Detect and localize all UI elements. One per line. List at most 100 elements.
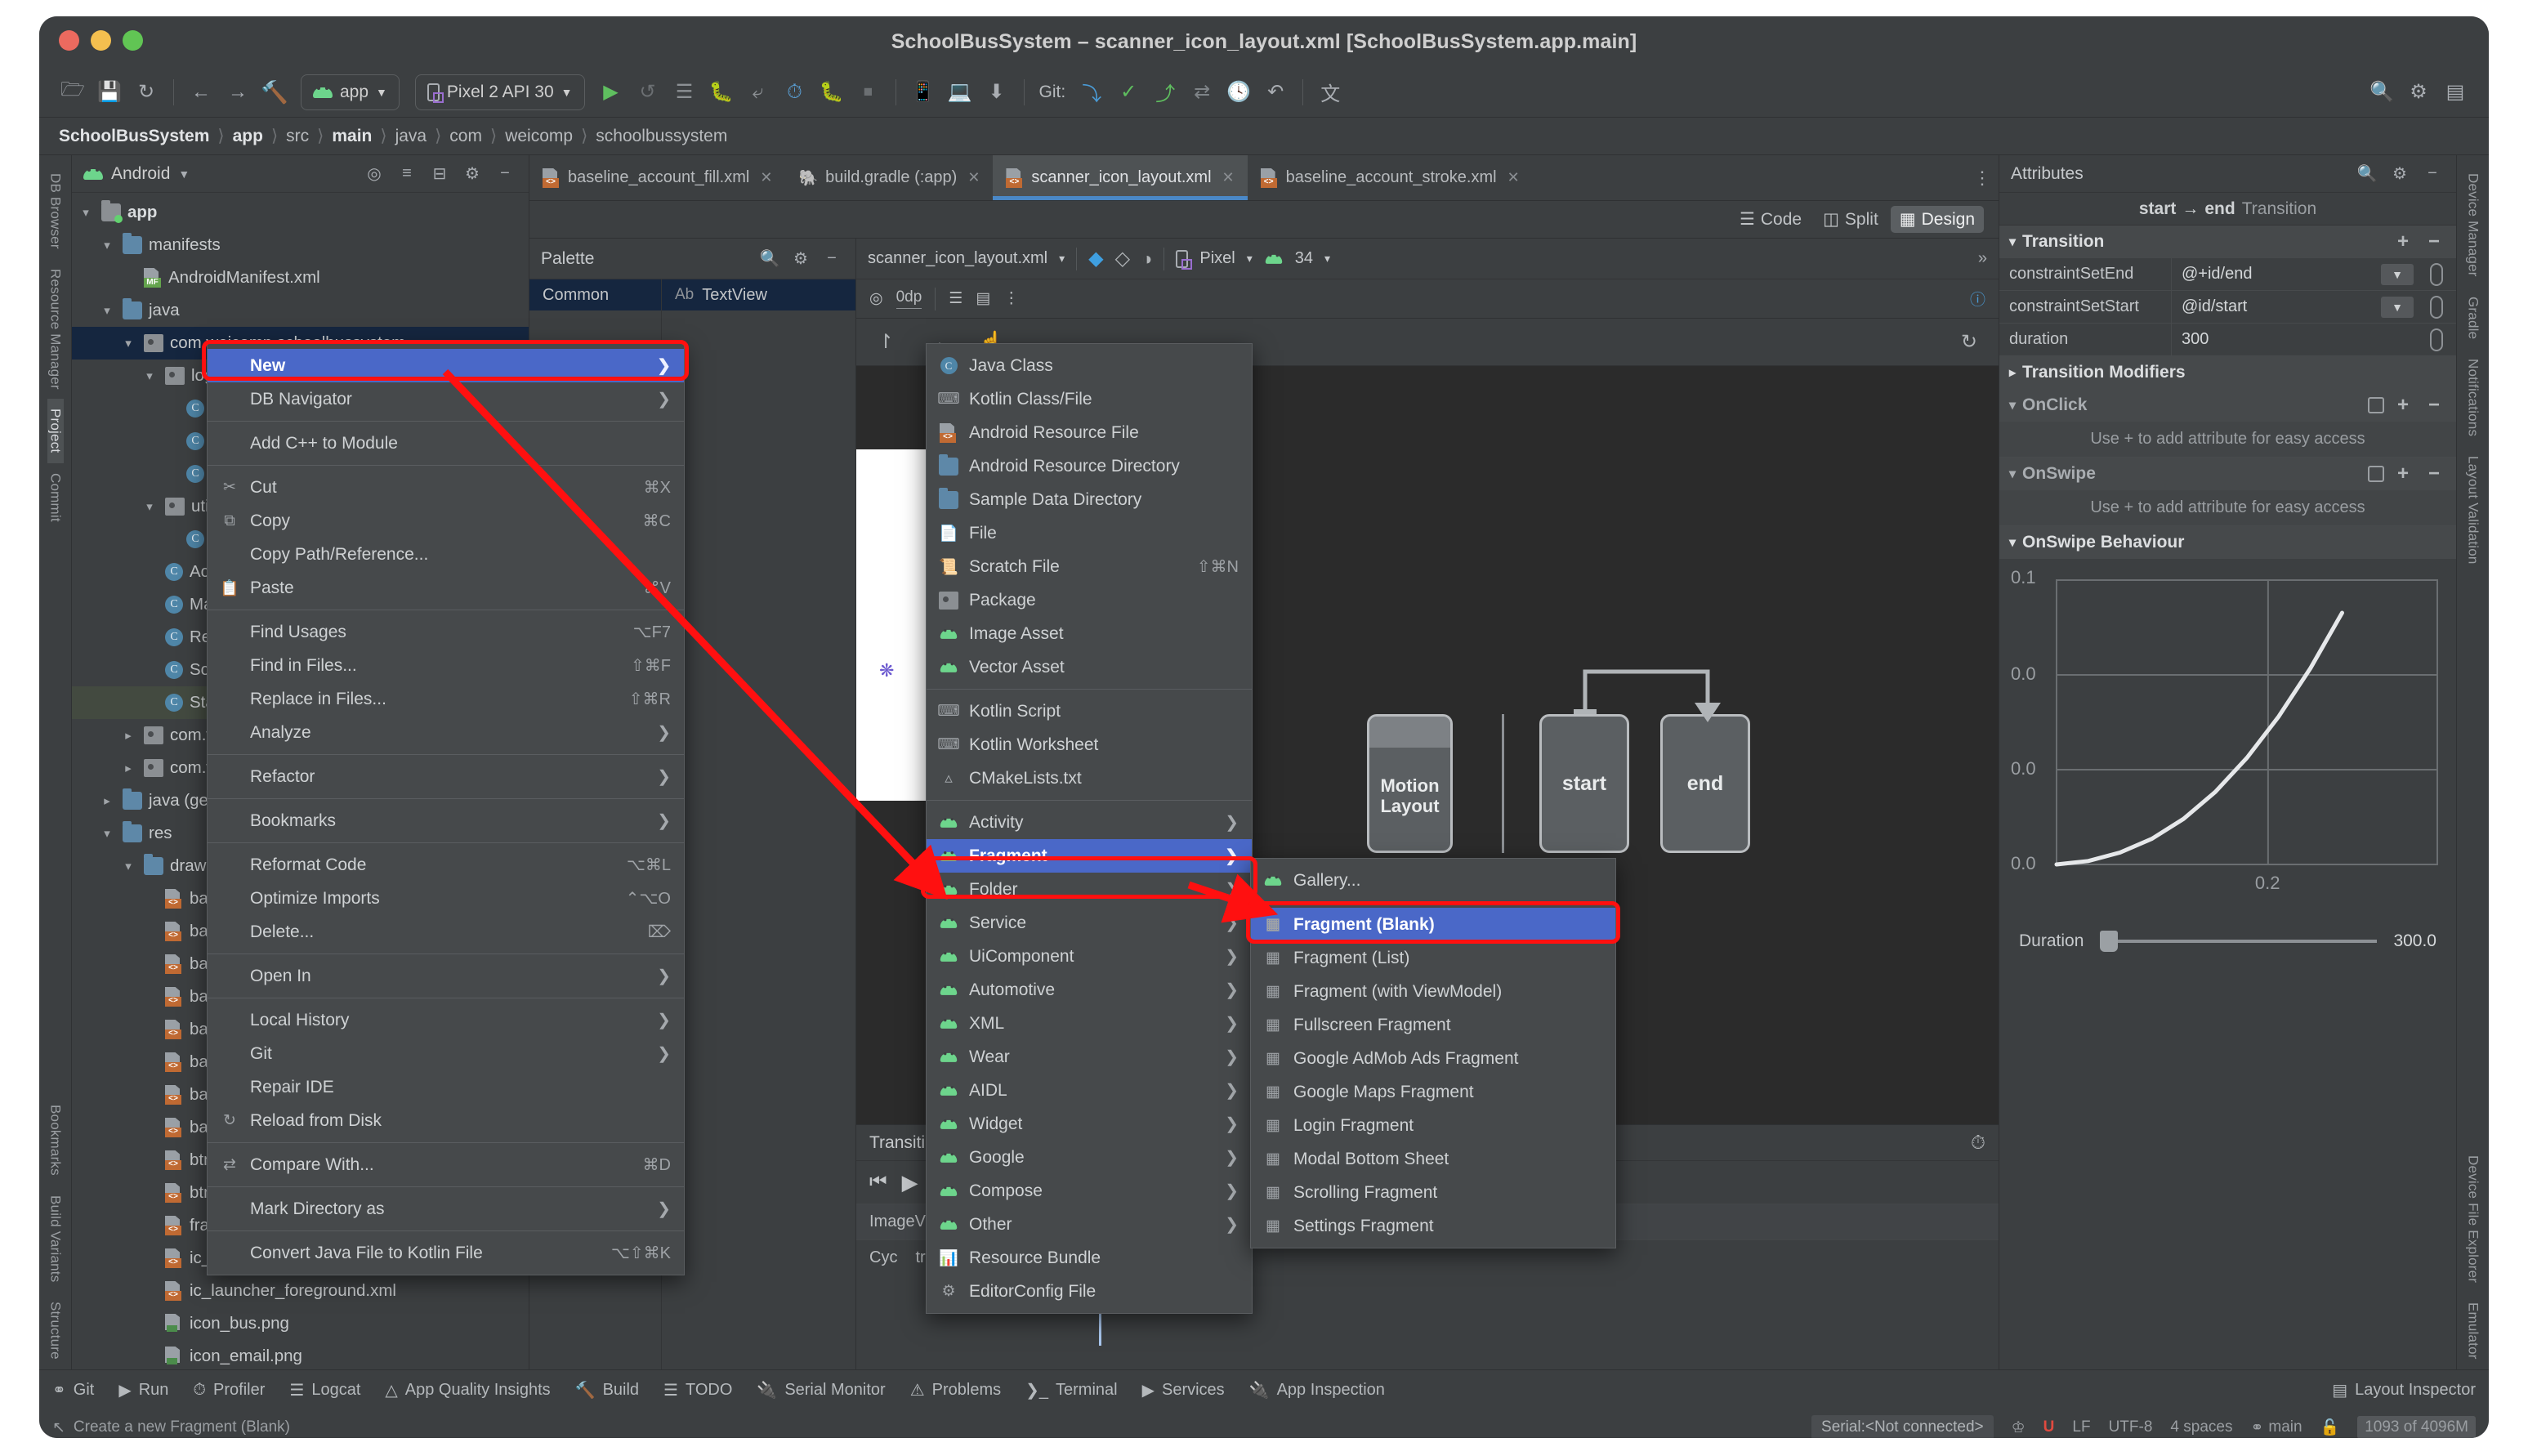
bottom-tab-terminal[interactable]: ❯_ Terminal [1025,1380,1117,1400]
sidebar-item-build-variants[interactable]: Build Variants [47,1186,64,1292]
project-structure-icon[interactable]: ▤ [2438,75,2472,109]
status-indent[interactable]: 4 spaces [2170,1418,2232,1436]
project-view-selector[interactable]: Android [111,164,170,184]
new-menu-item-folder[interactable]: Folder ❯ [927,873,1252,906]
chevron-down-icon[interactable]: ▼ [2381,297,2414,318]
chevron-down-icon[interactable]: ▼ [2381,264,2414,285]
section-onswipe[interactable]: ▾ OnSwipe + − [1999,458,2456,490]
fragment-menu-item-fragment-with-viewmodel[interactable]: ▦ Fragment (with ViewModel) [1251,975,1615,1008]
bottom-tab-build[interactable]: 🔨 Build [575,1380,639,1400]
sidebar-item-gradle[interactable]: Gradle [2465,287,2481,349]
status-lock-icon[interactable]: 🔓 [2320,1418,2340,1437]
chevron-down-icon[interactable]: ▾ [119,859,137,873]
sidebar-item-commit[interactable]: Commit [47,463,64,532]
close-tab-icon[interactable]: ✕ [1222,169,1235,186]
status-encoding[interactable]: UTF-8 [2109,1418,2153,1436]
sidebar-item-notifications[interactable]: Notifications [2465,349,2481,446]
attributes-gear-icon[interactable]: ⚙ [2387,162,2412,186]
sidebar-item-layout-validation[interactable]: Layout Validation [2465,446,2481,574]
attribute-pin-icon[interactable] [2430,263,2443,286]
git-push-icon[interactable]: ⤴ [1148,75,1182,109]
fragment-menu-item-gallery[interactable]: Gallery... [1251,864,1615,897]
context-menu-item-db-navigator[interactable]: DB Navigator ❯ [208,382,684,416]
chevron-down-icon[interactable]: ▼ [178,167,190,181]
tree-node[interactable]: ▾AndroidManifest.xml [72,261,529,294]
context-menu-item-bookmarks[interactable]: Bookmarks ❯ [208,804,684,837]
sidebar-item-project[interactable]: Project [47,399,64,463]
remove-onswipe-attribute-button[interactable]: − [2422,462,2446,485]
context-menu-item-convert-java-file-to-kotlin-file[interactable]: Convert Java File to Kotlin File ⌥⇧⌘K [208,1236,684,1270]
run-lines-icon[interactable]: ☰ [668,75,702,109]
chevron-down-icon[interactable]: ▾ [98,826,116,841]
palette-gear-icon[interactable]: ⚙ [788,247,813,271]
navigate-forward-icon[interactable]: → [221,75,255,109]
close-tab-icon[interactable]: ✕ [1507,169,1520,186]
cycle-layout-icon[interactable]: ↻ [1961,330,1977,354]
context-menu-item-reformat-code[interactable]: Reformat Code ⌥⌘L [208,848,684,882]
context-menu-item-reload-from-disk[interactable]: ↻ Reload from Disk [208,1104,684,1137]
editor-tab[interactable]: scanner_icon_layout.xml ✕ [993,155,1248,200]
search-everywhere-icon[interactable]: 🔍 [2365,75,2399,109]
editor-tab[interactable]: baseline_account_stroke.xml ✕ [1248,155,1533,200]
attribute-value-cell[interactable]: 300 [2171,324,2456,355]
theme-mode-icon[interactable]: ◑ [1141,248,1152,270]
new-menu-item-fragment[interactable]: Fragment ❯ [927,839,1252,873]
new-menu-item-widget[interactable]: Widget ❯ [927,1107,1252,1141]
new-menu-item-wear[interactable]: Wear ❯ [927,1040,1252,1074]
new-menu-item-image-asset[interactable]: Image Asset [927,617,1252,650]
chevron-down-icon[interactable]: ▾ [141,499,159,514]
translate-icon[interactable]: 文 [1313,75,1347,109]
collapse-all-icon[interactable]: ⊟ [427,162,452,186]
git-rollback-icon[interactable]: ↶ [1258,75,1293,109]
chevron-right-icon[interactable]: ▸ [119,728,137,743]
close-tab-icon[interactable]: ✕ [760,169,772,186]
new-menu-item-google[interactable]: Google ❯ [927,1141,1252,1174]
chevron-down-icon[interactable]: ▾ [141,368,159,383]
duration-slider[interactable] [2100,931,2378,952]
context-menu-item-replace-in-files[interactable]: Replace in Files... ⇧⌘R [208,682,684,716]
stop-icon[interactable]: ■ [851,75,886,109]
context-menu-item-optimize-imports[interactable]: Optimize Imports ⌃⌥O [208,882,684,915]
tree-node[interactable]: ▾ java [72,294,529,327]
new-menu-item-package[interactable]: Package [927,583,1252,617]
git-commit-icon[interactable]: ✓ [1111,75,1146,109]
context-menu-item-mark-directory-as[interactable]: Mark Directory as ❯ [208,1192,684,1226]
attribute-pin-icon[interactable] [2430,328,2443,351]
context-menu-item-analyze[interactable]: Analyze ❯ [208,716,684,749]
new-menu-item-java-class[interactable]: C Java Class [927,349,1252,382]
new-menu-item-file[interactable]: 📄 File [927,516,1252,550]
fragment-menu-item-fragment-list[interactable]: ▦ Fragment (List) [1251,941,1615,975]
chevron-down-icon[interactable]: ▾ [1247,252,1253,266]
context-menu-item-find-in-files[interactable]: Find in Files... ⇧⌘F [208,649,684,682]
chevron-down-icon[interactable]: ▾ [77,205,95,220]
palette-category-common[interactable]: Common [529,279,661,310]
context-menu[interactable]: New ❯ DB Navigator ❯ Add C++ to Module ✂ Cut ⌘X… [207,343,685,1275]
default-margin-value[interactable]: 0dp [896,288,922,309]
attribute-row[interactable]: constraintSetStart @id/start ▼ [1999,291,2456,324]
canvas-device-label[interactable]: Pixel [1199,249,1235,268]
new-menu-item-android-resource-file[interactable]: Android Resource File [927,416,1252,449]
git-update-icon[interactable]: ⤵ [1074,75,1109,109]
section-transition[interactable]: ▾ Transition + − [1999,226,2456,258]
status-branch[interactable]: main [2268,1418,2302,1436]
new-menu-item-sample-data-directory[interactable]: Sample Data Directory [927,483,1252,516]
bottom-tab-serial-monitor[interactable]: 🔌 Serial Monitor [757,1380,885,1400]
tab-overflow-icon[interactable]: ⋮ [1966,155,1999,200]
onswipe-checkbox[interactable] [2368,466,2384,482]
context-menu-item-new[interactable]: New ❯ [208,349,684,382]
attribute-pin-icon[interactable] [2430,296,2443,319]
chevron-down-icon[interactable]: ▾ [1059,252,1065,266]
new-menu-item-compose[interactable]: Compose ❯ [927,1174,1252,1208]
expand-all-icon[interactable]: ≡ [395,162,419,186]
new-menu-item-automotive[interactable]: Automotive ❯ [927,973,1252,1007]
sidebar-item-device-manager[interactable]: Device Manager [2465,163,2481,287]
bottom-tab-todo[interactable]: ☰ TODO [663,1380,732,1400]
sidebar-item-device-file-explorer[interactable]: Device File Explorer [2465,1146,2481,1293]
run-icon[interactable]: ▶ [594,75,628,109]
add-onclick-attribute-button[interactable]: + [2391,394,2415,417]
context-menu-item-cut[interactable]: ✂ Cut ⌘X [208,471,684,504]
section-onclick[interactable]: ▾ OnClick + − [1999,389,2456,422]
add-constraint-set-icon[interactable]: ↾ [878,330,894,354]
sidebar-item-bookmarks[interactable]: Bookmarks [47,1095,64,1186]
new-menu-item-resource-bundle[interactable]: 📊 Resource Bundle [927,1241,1252,1275]
